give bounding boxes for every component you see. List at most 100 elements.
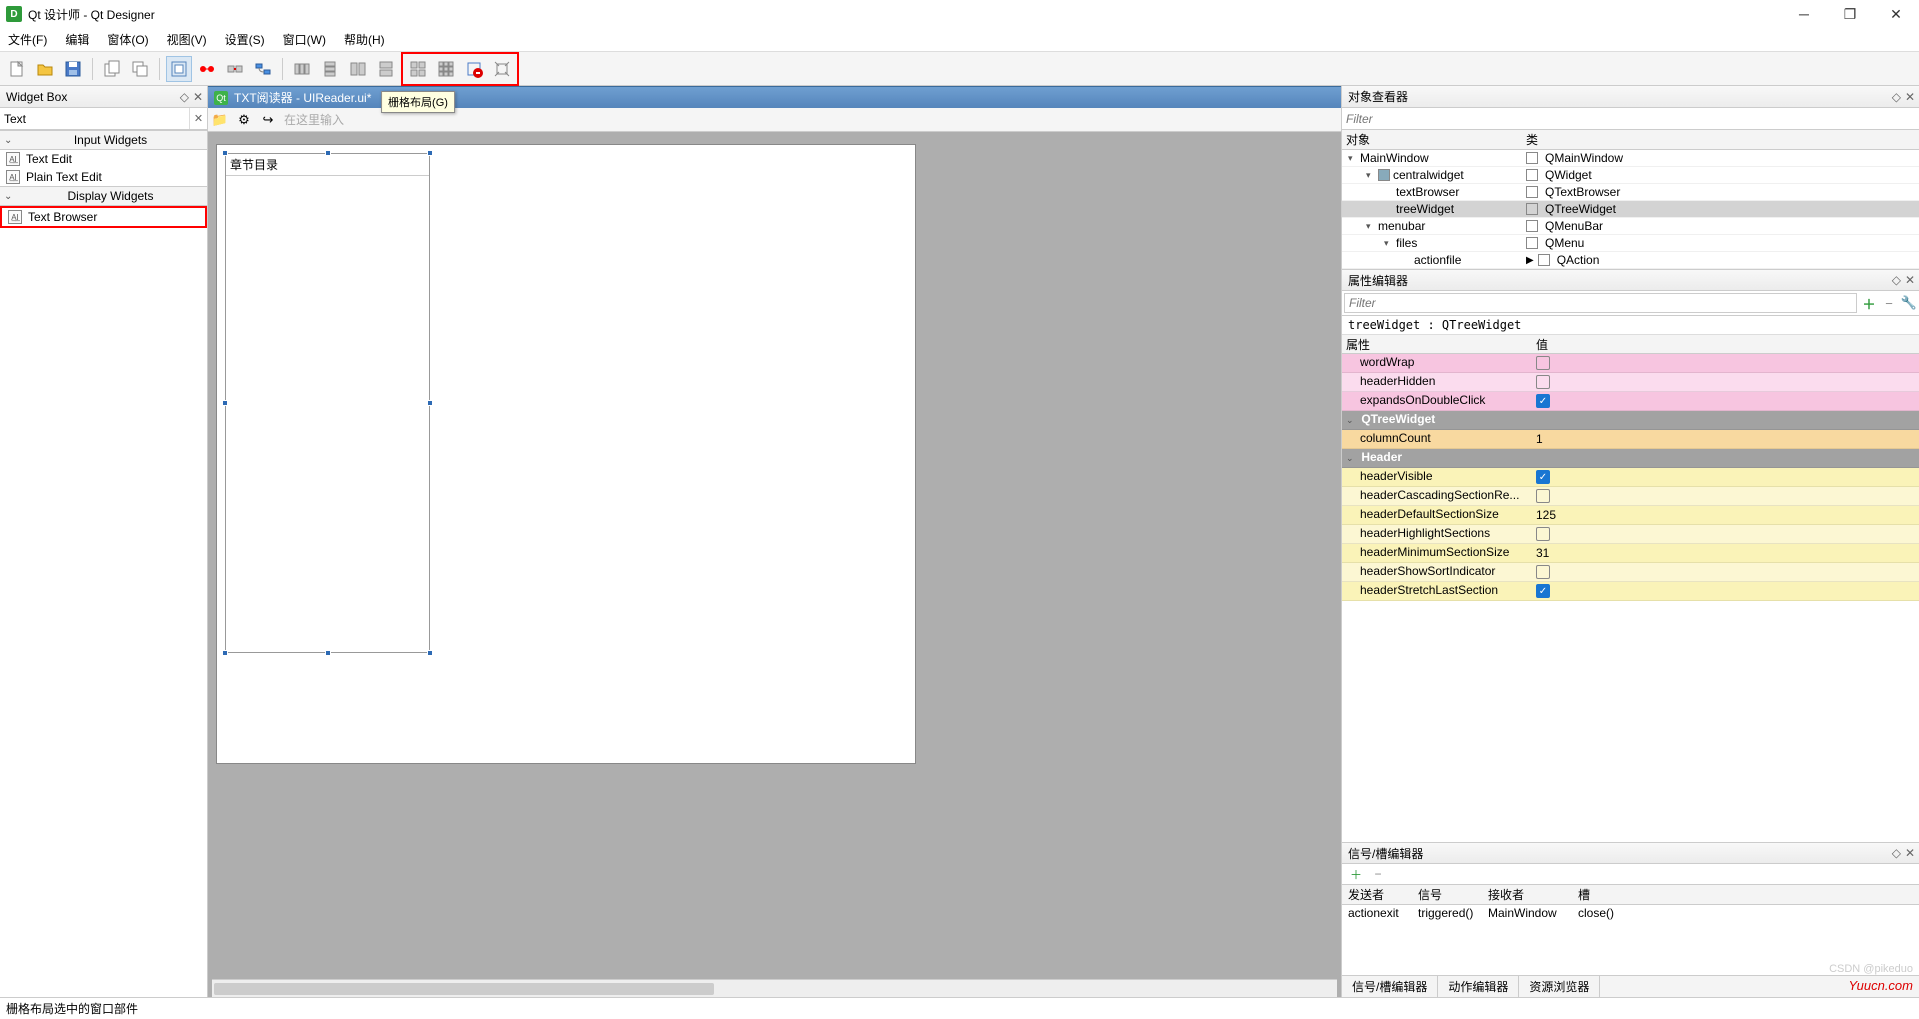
add-property-icon[interactable]: ＋ [1859,293,1879,313]
menu-file[interactable]: 文件(F) [4,29,51,50]
dock-close-icon[interactable]: ✕ [1905,90,1915,104]
object-tree[interactable]: 对象 类 ▾MainWindowQMainWindow▾centralwidge… [1342,130,1919,269]
remove-signal-icon[interactable]: − [1370,866,1386,882]
menu-edit[interactable]: 编辑 [61,29,93,50]
tab-signal-slot[interactable]: 信号/槽编辑器 [1342,976,1438,997]
property-row[interactable]: wordWrap [1342,354,1919,373]
property-row[interactable]: headerHighlightSections [1342,525,1919,544]
property-row[interactable]: headerVisible✓ [1342,468,1919,487]
layout-grid-dense-icon[interactable] [433,56,459,82]
signal-row[interactable]: actionexit triggered() MainWindow close(… [1342,905,1919,975]
checkbox-icon[interactable]: ✓ [1536,470,1550,484]
resize-handle[interactable] [222,400,228,406]
property-row[interactable]: headerMinimumSectionSize31 [1342,544,1919,563]
checkbox-icon[interactable] [1536,356,1550,370]
treewidget-selection[interactable]: 章节目录 [225,153,430,653]
property-group-header[interactable]: ⌄ Header [1342,449,1919,468]
layout-vsplitter-icon[interactable] [373,56,399,82]
dock-float-icon[interactable]: ◇ [1892,846,1901,860]
adjust-size-icon[interactable] [489,56,515,82]
property-row[interactable]: headerDefaultSectionSize125 [1342,506,1919,525]
dock-close-icon[interactable]: ✕ [193,90,203,104]
checkbox-icon[interactable] [1536,565,1550,579]
scrollbar-thumb[interactable] [214,983,714,995]
edit-signals-icon[interactable] [194,56,220,82]
maximize-button[interactable]: ❐ [1827,0,1873,28]
dock-close-icon[interactable]: ✕ [1905,846,1915,860]
layout-horizontal-icon[interactable] [289,56,315,82]
close-button[interactable]: ✕ [1873,0,1919,28]
resize-handle[interactable] [427,650,433,656]
object-row[interactable]: treeWidgetQTreeWidget [1342,201,1919,218]
resize-handle[interactable] [427,400,433,406]
form-canvas[interactable]: 章节目录 [216,144,916,764]
dock-close-icon[interactable]: ✕ [1905,273,1915,287]
widget-item[interactable]: A̲I̲Text Edit [0,150,207,168]
property-filter-input[interactable] [1344,293,1857,313]
checkbox-icon[interactable] [1536,527,1550,541]
property-row[interactable]: columnCount1 [1342,430,1919,449]
menu-settings[interactable]: 设置(S) [221,29,269,50]
canvas-viewport[interactable]: 章节目录 [208,132,1341,979]
property-row[interactable]: expandsOnDoubleClick✓ [1342,392,1919,411]
property-table[interactable]: wordWrapheaderHiddenexpandsOnDoubleClick… [1342,354,1919,842]
checkbox-icon[interactable] [1536,489,1550,503]
property-row[interactable]: headerHidden [1342,373,1919,392]
resize-handle[interactable] [222,650,228,656]
object-row[interactable]: ▾centralwidgetQWidget [1342,167,1919,184]
edit-tab-order-icon[interactable] [250,56,276,82]
filter-clear-icon[interactable]: ✕ [189,108,207,129]
layout-hsplitter-icon[interactable] [345,56,371,82]
save-file-icon[interactable] [60,56,86,82]
menu-help[interactable]: 帮助(H) [340,29,389,50]
edit-widgets-icon[interactable] [166,56,192,82]
duplicate-icon[interactable] [127,56,153,82]
minimize-button[interactable]: ─ [1781,0,1827,28]
copy-icon[interactable] [99,56,125,82]
form-exit-icon[interactable]: ↪ [260,112,276,128]
checkbox-icon[interactable]: ✓ [1536,394,1550,408]
tab-resource-browser[interactable]: 资源浏览器 [1519,976,1600,997]
dock-float-icon[interactable]: ◇ [180,90,189,104]
object-row[interactable]: actionfile▶ QAction [1342,252,1919,269]
horizontal-scrollbar[interactable] [212,979,1337,997]
object-filter-input[interactable] [1342,108,1919,129]
tab-action-editor[interactable]: 动作编辑器 [1438,976,1519,997]
menu-view[interactable]: 视图(V) [163,29,211,50]
resize-handle[interactable] [325,650,331,656]
object-row[interactable]: textBrowserQTextBrowser [1342,184,1919,201]
resize-handle[interactable] [325,150,331,156]
dock-float-icon[interactable]: ◇ [1892,90,1901,104]
property-row[interactable]: headerStretchLastSection✓ [1342,582,1919,601]
property-row[interactable]: headerCascadingSectionRe... [1342,487,1919,506]
widget-box-filter-input[interactable] [0,108,189,129]
form-menu-hint[interactable]: 在这里输入 [284,111,344,128]
layout-vertical-icon[interactable] [317,56,343,82]
menu-form[interactable]: 窗体(O) [103,29,152,50]
widget-item[interactable]: A̲I̲Plain Text Edit [0,168,207,186]
form-gear-icon[interactable]: ⚙ [236,112,252,128]
new-file-icon[interactable] [4,56,30,82]
dock-float-icon[interactable]: ◇ [1892,273,1901,287]
object-row[interactable]: ▾filesQMenu [1342,235,1919,252]
widget-box-tree[interactable]: ⌄Input Widgets A̲I̲Text Edit A̲I̲Plain T… [0,130,207,997]
add-signal-icon[interactable]: ＋ [1348,866,1364,882]
layout-grid-icon[interactable]: 栅格布局(G) [405,56,431,82]
edit-buddies-icon[interactable] [222,56,248,82]
object-row[interactable]: ▾MainWindowQMainWindow [1342,150,1919,167]
resize-handle[interactable] [427,150,433,156]
checkbox-icon[interactable]: ✓ [1536,584,1550,598]
widget-item-textbrowser[interactable]: A̲I̲Text Browser [0,206,207,228]
form-folder-icon[interactable]: 📁 [212,112,228,128]
remove-property-icon[interactable]: − [1879,293,1899,313]
configure-icon[interactable]: 🔧 [1899,293,1919,313]
widget-group-header[interactable]: ⌄Display Widgets [0,186,207,206]
form-window-tab[interactable]: Qt TXT阅读器 - UIReader.ui* [208,86,1341,108]
widget-group-header[interactable]: ⌄Input Widgets [0,130,207,150]
property-row[interactable]: headerShowSortIndicator [1342,563,1919,582]
resize-handle[interactable] [222,150,228,156]
break-layout-icon[interactable] [461,56,487,82]
open-file-icon[interactable] [32,56,58,82]
checkbox-icon[interactable] [1536,375,1550,389]
menu-window[interactable]: 窗口(W) [279,29,330,50]
